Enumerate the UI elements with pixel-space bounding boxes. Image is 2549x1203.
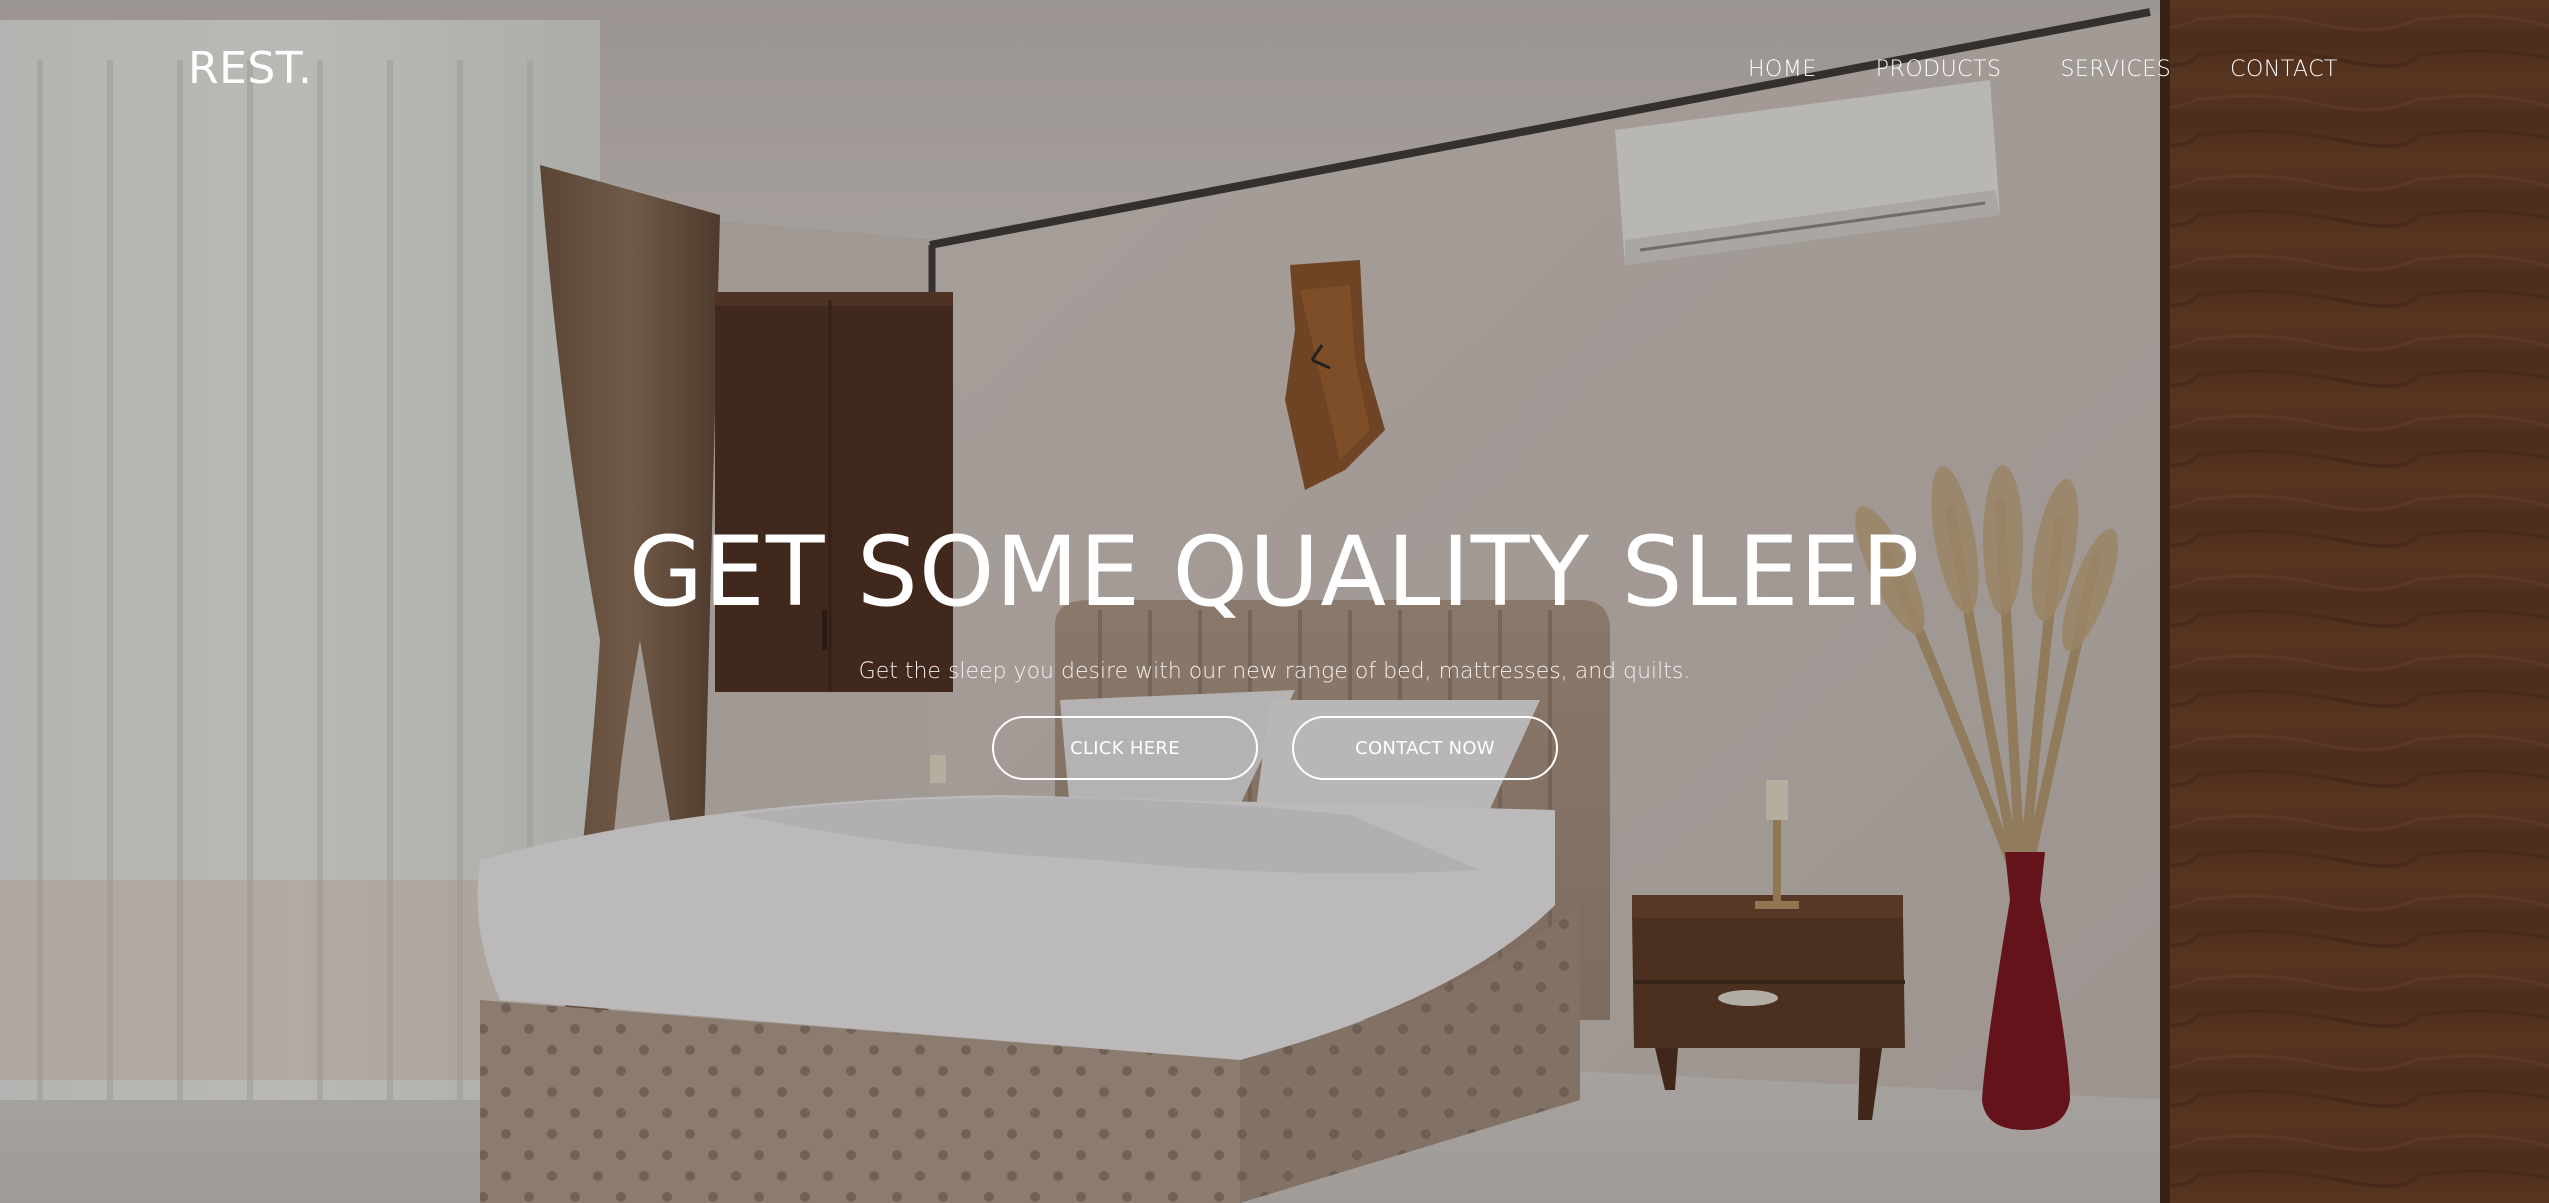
contact-now-button[interactable]: CONTACT NOW [1292,716,1558,780]
hero-buttons: CLICK HERE CONTACT NOW [992,716,1558,780]
nav-home[interactable]: HOME [1748,54,1817,86]
click-here-button[interactable]: CLICK HERE [992,716,1258,780]
main-navigation: HOME PRODUCTS SERVICES CONTACT [1748,54,2338,86]
nav-services[interactable]: SERVICES [2060,54,2171,86]
hero-section: REST. HOME PRODUCTS SERVICES CONTACT GET… [0,0,2549,1203]
nav-contact[interactable]: CONTACT [2230,54,2338,86]
hero-headline: GET SOME QUALITY SLEEP [628,516,1921,628]
brand-logo[interactable]: REST. [188,40,312,98]
hero-subtext: Get the sleep you desire with our new ra… [858,659,1691,684]
nav-products[interactable]: PRODUCTS [1876,54,2002,86]
